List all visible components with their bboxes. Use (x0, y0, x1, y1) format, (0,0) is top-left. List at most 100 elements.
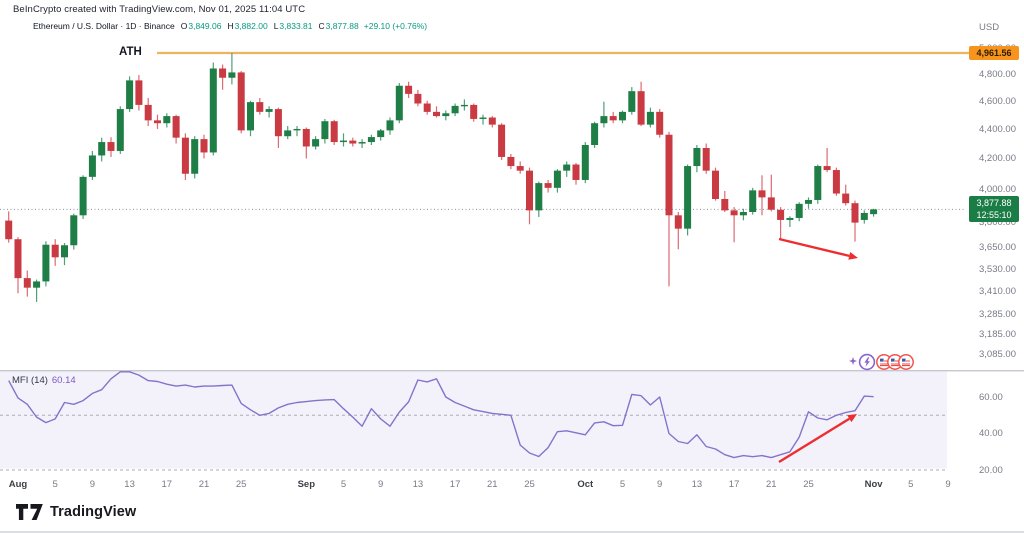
candle (675, 212, 682, 249)
last-price-value: 3,877.88 (969, 197, 1019, 209)
lightning-circle-icon[interactable] (858, 353, 876, 371)
candle (666, 132, 673, 287)
time-tick: 5 (341, 479, 346, 490)
time-tick: 5 (908, 479, 913, 490)
candle (424, 101, 431, 115)
ohlc-key: C (319, 21, 325, 31)
candle (545, 180, 552, 193)
candle (842, 185, 849, 206)
candle (554, 169, 561, 192)
price-tick: 4,800.00 (979, 69, 1016, 80)
change-readout: +29.10 (+0.76%) (364, 21, 427, 31)
candle (684, 165, 691, 236)
symbol-info-row[interactable]: Ethereum / U.S. Dollar · 1D · BinanceO3,… (33, 21, 427, 31)
price-tick: 3,285.00 (979, 309, 1016, 320)
ohlc-value: 3,877.88 (326, 21, 359, 31)
sparkle-icon (849, 357, 857, 367)
candle (331, 120, 338, 145)
time-tick: 5 (620, 479, 625, 490)
mfi-value: 60.14 (52, 375, 76, 386)
candle (852, 201, 859, 242)
candle (721, 191, 728, 212)
candle (61, 243, 68, 265)
time-tick-month: Oct (577, 479, 593, 490)
price-tick: 4,200.00 (979, 153, 1016, 164)
candle (535, 182, 542, 217)
candle (647, 108, 654, 128)
candle (52, 239, 59, 266)
candle (15, 237, 22, 293)
tradingview-logo[interactable]: TradingView (16, 504, 136, 520)
candle (591, 122, 598, 148)
candle (349, 138, 356, 147)
time-tick: 21 (487, 479, 498, 490)
ohlc-key: H (227, 21, 233, 31)
candle (573, 163, 580, 185)
time-tick: 9 (378, 479, 383, 490)
price-axis-currency: USD (979, 22, 999, 33)
candle (796, 202, 803, 221)
price-tick: 3,530.00 (979, 264, 1016, 275)
candle (498, 123, 505, 160)
candle (117, 106, 124, 154)
mfi-name: MFI (14) (12, 375, 48, 386)
time-tick-month: Aug (9, 479, 27, 490)
candle (712, 168, 719, 201)
candle (340, 133, 347, 146)
ath-price-badge: 4,961.56 (969, 46, 1019, 60)
candle (126, 76, 133, 111)
candle (33, 280, 40, 302)
candle (628, 87, 635, 115)
candle (768, 175, 775, 212)
chart-reactions[interactable] (849, 353, 914, 371)
candle (396, 83, 403, 123)
candle (805, 197, 812, 208)
candle (145, 98, 152, 126)
candle (108, 137, 115, 157)
candle (470, 104, 477, 122)
time-tick: 17 (450, 479, 461, 490)
time-tick-month: Sep (298, 479, 315, 490)
time-tick: 5 (53, 479, 58, 490)
ohlc-value: 3,849.06 (188, 21, 221, 31)
candle (191, 136, 198, 178)
ohlc-value: 3,833.81 (279, 21, 312, 31)
chart-canvas[interactable] (0, 0, 1024, 533)
candle (414, 90, 421, 106)
flag-reactions[interactable] (881, 354, 914, 370)
candle (294, 126, 301, 136)
candle (173, 115, 180, 144)
candle (368, 135, 375, 145)
candle (24, 271, 31, 297)
ohlc-value: 3,882.00 (235, 21, 268, 31)
candle (442, 110, 449, 120)
time-tick: 25 (236, 479, 247, 490)
candle (489, 116, 496, 127)
price-tick: 3,085.00 (979, 349, 1016, 360)
candle (256, 98, 263, 115)
bar-countdown: 12:55:10 (969, 209, 1019, 221)
tradingview-logo-text: TradingView (50, 504, 136, 520)
mfi-axis-tick: 40.00 (979, 428, 1003, 439)
candle (563, 161, 570, 176)
candle (814, 165, 821, 204)
candle (461, 99, 468, 110)
attribution-text: BeInCrypto created with TradingView.com,… (13, 4, 305, 15)
time-tick: 17 (162, 479, 173, 490)
price-tick: 4,600.00 (979, 96, 1016, 107)
candle (210, 62, 217, 155)
tradingview-logo-icon (16, 504, 43, 520)
candle (693, 145, 700, 172)
price-tick: 4,000.00 (979, 184, 1016, 195)
candle (182, 133, 189, 180)
price-tick: 3,185.00 (979, 329, 1016, 340)
ohlc-key: L (274, 21, 279, 31)
candle (275, 108, 282, 148)
mfi-indicator-label[interactable]: MFI (14) 60.14 (12, 375, 76, 386)
trend-arrow[interactable] (779, 239, 849, 256)
time-tick: 13 (124, 479, 135, 490)
ath-label: ATH (119, 46, 142, 58)
candle (154, 115, 161, 129)
candle (517, 161, 524, 173)
price-tick: 3,650.00 (979, 242, 1016, 253)
